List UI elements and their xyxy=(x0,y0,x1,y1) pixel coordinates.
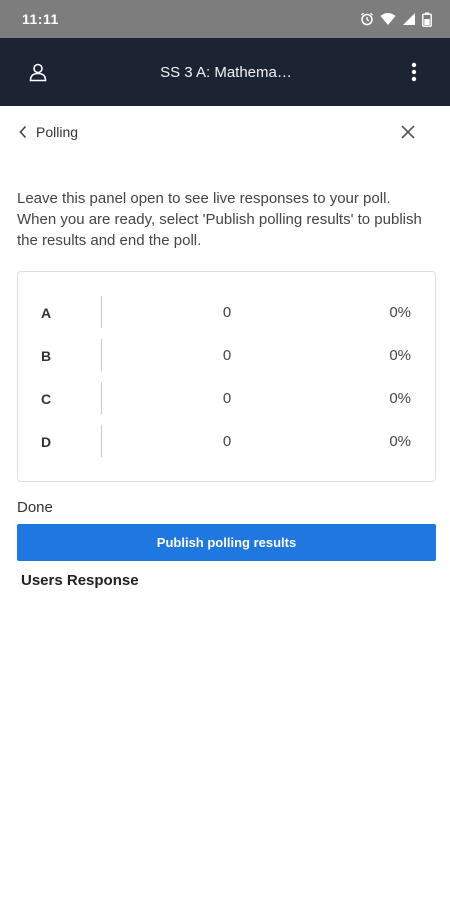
status-bar: 11:11 xyxy=(0,0,450,38)
response-count: 0 xyxy=(222,304,232,321)
result-row: D 0 0% xyxy=(18,420,435,463)
response-count: 0 xyxy=(222,433,232,450)
app-title: SS 3 A: Mathema… xyxy=(160,63,292,81)
app-bar: SS 3 A: Mathema… xyxy=(0,38,450,106)
done-label: Done xyxy=(17,499,53,516)
chevron-left-icon xyxy=(19,125,27,139)
panel-header: Polling xyxy=(0,106,450,158)
row-divider xyxy=(101,382,102,414)
option-letter: D xyxy=(41,433,52,450)
response-percent: 0% xyxy=(389,347,411,364)
users-response-heading: Users Response xyxy=(21,572,139,589)
signal-icon xyxy=(403,13,415,25)
row-divider xyxy=(101,425,102,457)
response-percent: 0% xyxy=(389,390,411,407)
more-vertical-icon[interactable] xyxy=(400,58,428,86)
publish-results-button[interactable]: Publish polling results xyxy=(17,524,436,561)
back-label: Polling xyxy=(36,124,79,140)
close-icon[interactable] xyxy=(394,118,422,146)
option-letter: C xyxy=(41,390,52,407)
row-divider xyxy=(101,339,102,371)
response-count: 0 xyxy=(222,347,232,364)
status-icons xyxy=(360,12,432,27)
battery-icon xyxy=(422,12,432,27)
instructions-text: Leave this panel open to see live respon… xyxy=(17,190,422,249)
user-icon[interactable] xyxy=(24,58,52,86)
option-letter: A xyxy=(41,304,52,321)
alarm-icon xyxy=(361,12,373,26)
row-divider xyxy=(101,296,102,328)
result-row: B 0 0% xyxy=(18,334,435,377)
response-count: 0 xyxy=(222,390,232,407)
response-percent: 0% xyxy=(389,433,411,450)
option-letter: B xyxy=(41,347,52,364)
back-button[interactable]: Polling xyxy=(18,124,78,140)
response-percent: 0% xyxy=(389,304,411,321)
result-row: C 0 0% xyxy=(18,377,435,420)
result-row: A 0 0% xyxy=(18,291,435,334)
status-time: 11:11 xyxy=(22,11,59,27)
wifi-icon xyxy=(380,13,396,25)
poll-results-card: A 0 0% B 0 0% C 0 0% D 0 0% xyxy=(17,271,436,482)
